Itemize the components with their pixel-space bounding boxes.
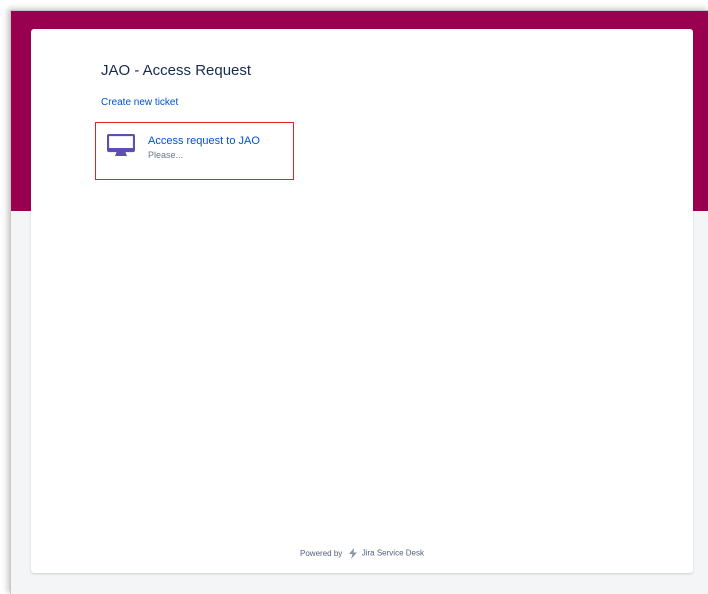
portal-title: JAO - Access Request [101, 62, 252, 79]
portal-card: JAO - Access Request Create new ticket A… [31, 29, 693, 573]
jira-service-desk-link[interactable]: Jira Service Desk [362, 549, 424, 558]
create-new-ticket-label: Create new ticket [101, 97, 179, 108]
powered-by-footer: Powered by Jira Service Desk [31, 548, 693, 559]
portal-window: JAO - Access Request Create new ticket A… [10, 10, 708, 594]
powered-by-label: Powered by [300, 549, 343, 558]
jira-bolt-icon [348, 548, 357, 559]
monitor-icon [107, 134, 135, 156]
request-type-description: Please... [148, 150, 184, 160]
request-type-name: Access request to JAO [148, 135, 260, 147]
request-type-access-request[interactable]: Access request to JAO Please... [95, 122, 294, 180]
